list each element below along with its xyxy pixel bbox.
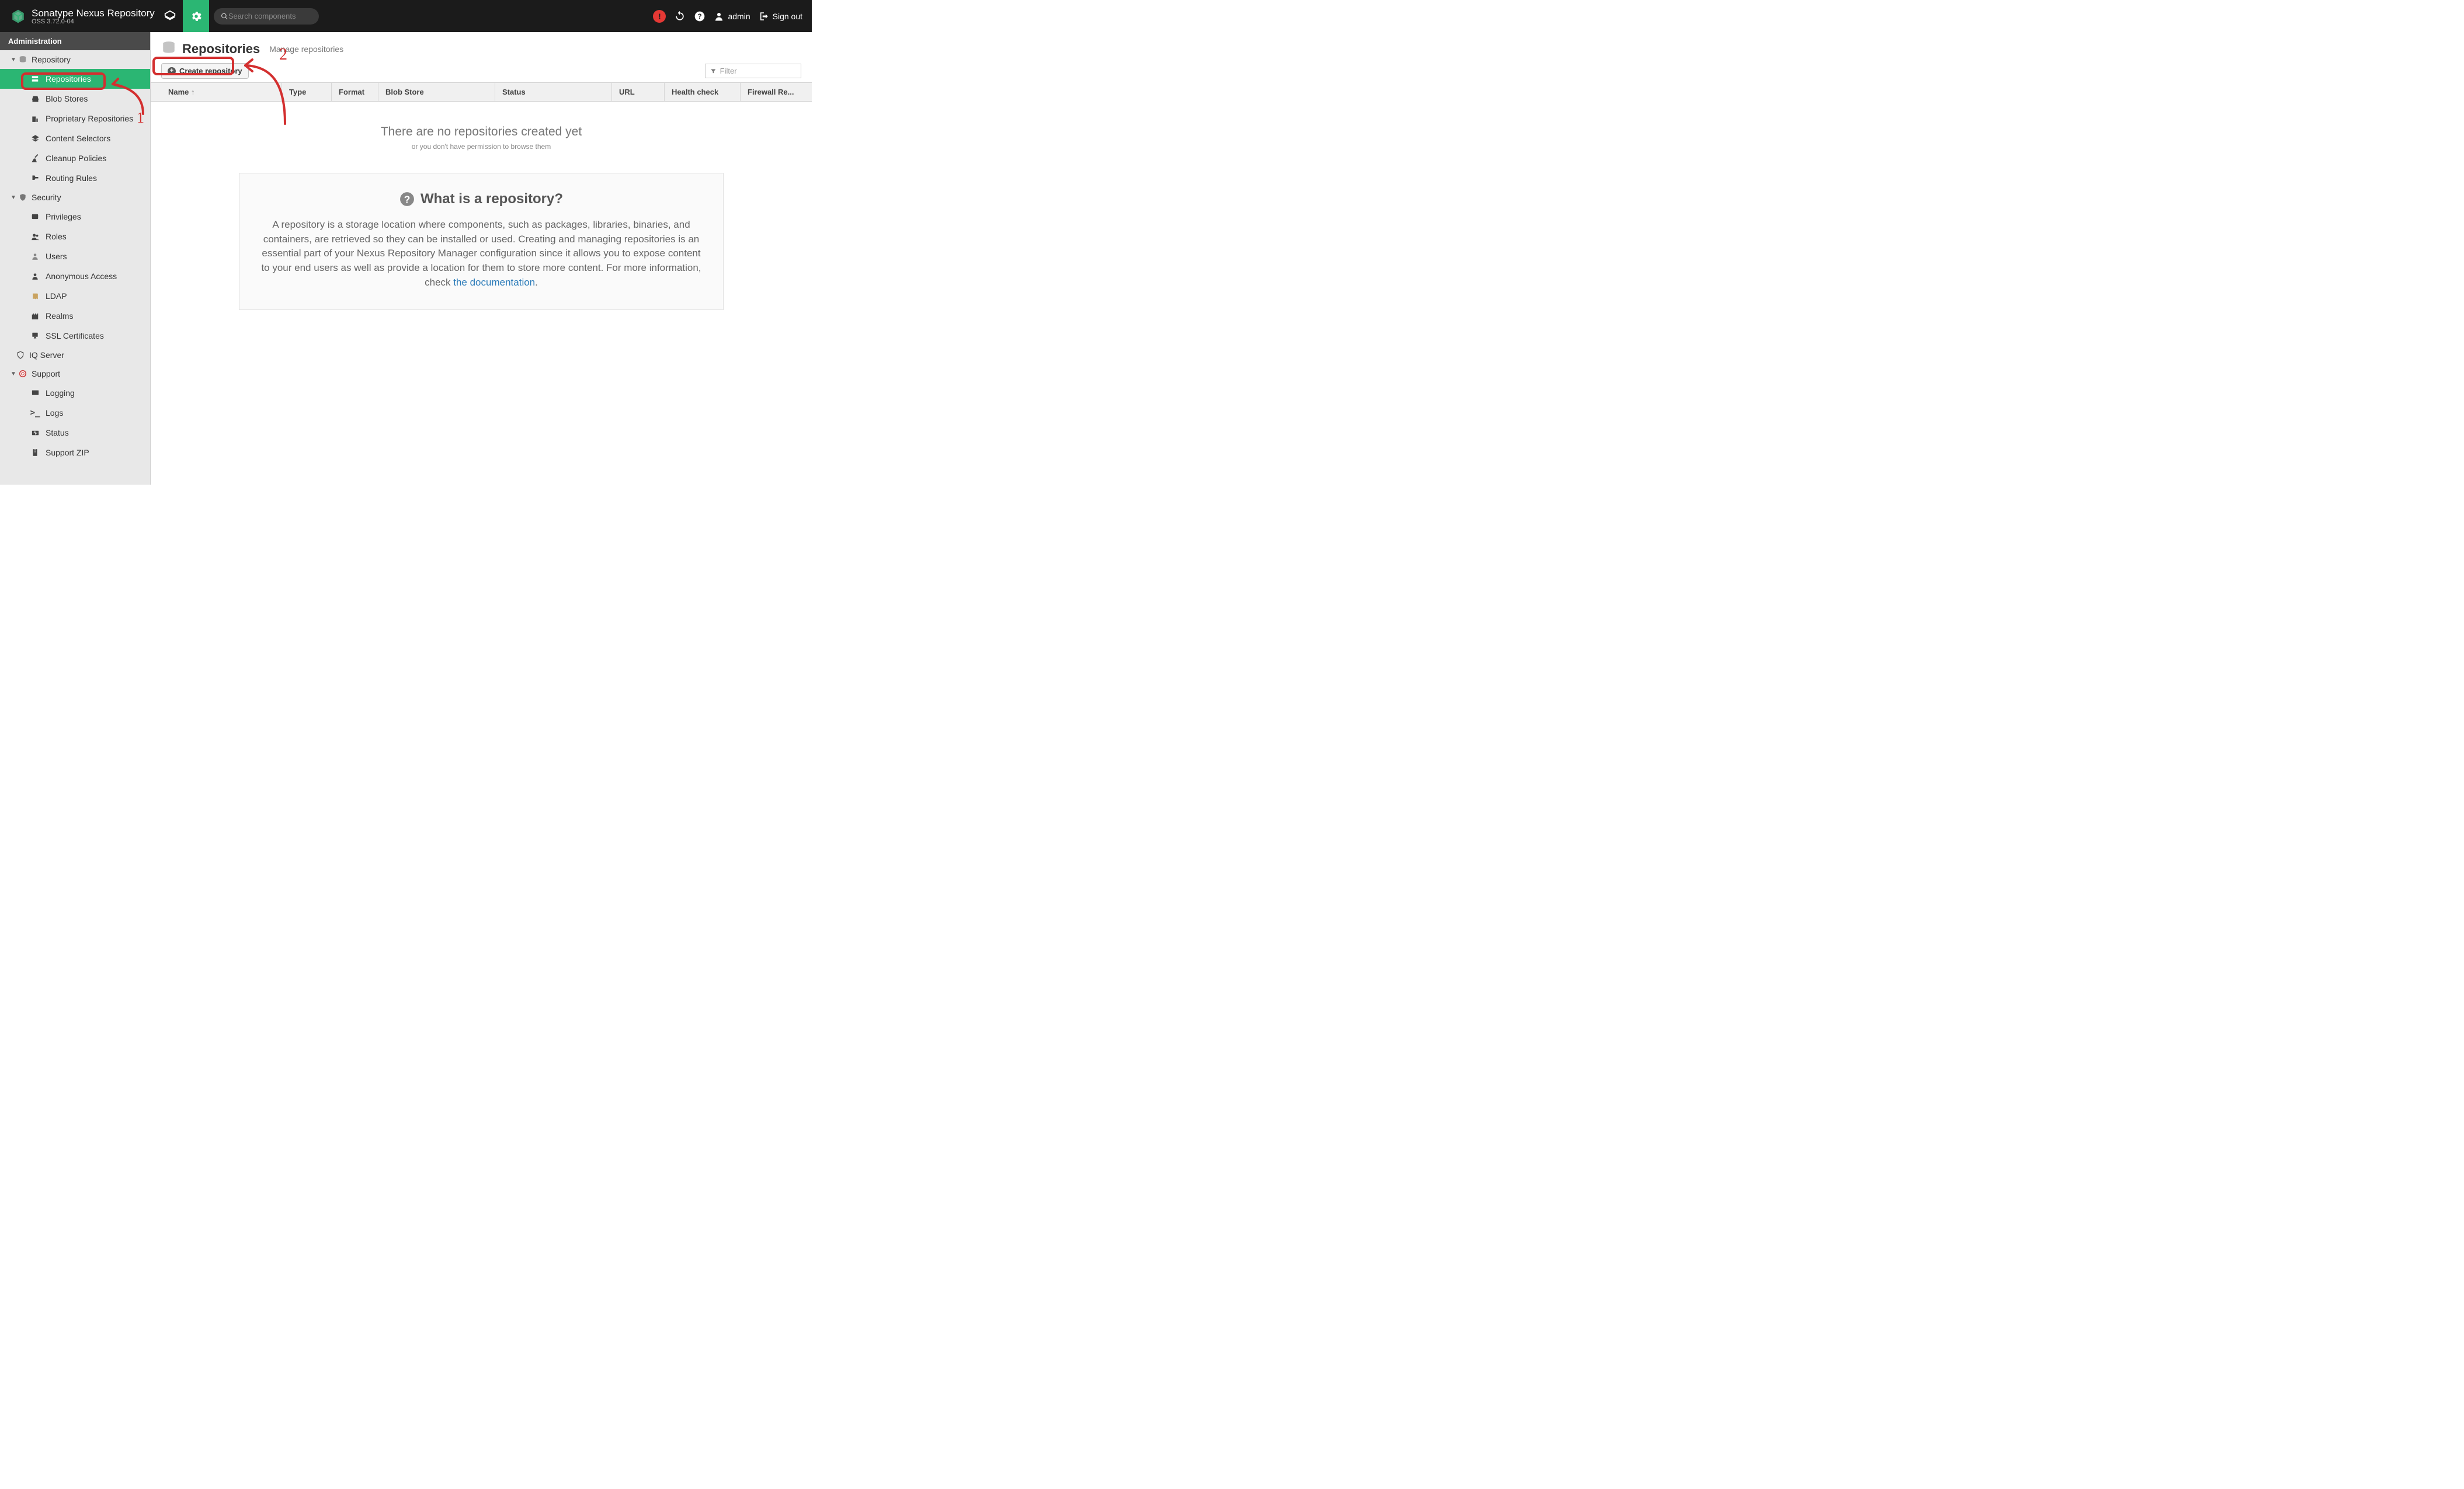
nexus-logo-icon [11,9,26,24]
nav-item-ldap[interactable]: LDAP [0,286,150,306]
nav-item-logging[interactable]: Logging [0,383,150,403]
sign-out-button[interactable]: Sign out [759,11,802,22]
refresh-button[interactable] [674,11,686,22]
hdd-icon [29,95,41,103]
search-box[interactable] [214,8,319,25]
plus-circle-icon: + [168,67,176,75]
page-header: Repositories Manage repositories [151,32,812,62]
info-card-body: A repository is a storage location where… [260,218,702,290]
nav-item-status[interactable]: Status [0,423,150,443]
nav-section-support[interactable]: ▼ Support [0,364,150,383]
col-header-blob-store[interactable]: Blob Store [378,83,495,101]
col-header-url[interactable]: URL [612,83,665,101]
page-title: Repositories [182,41,260,57]
nav-item-iq-server[interactable]: IQ Server [0,346,150,364]
nav-item-cleanup-policies[interactable]: Cleanup Policies [0,148,150,168]
cert-icon [29,332,41,340]
database-icon [161,40,176,57]
main-panel: Repositories Manage repositories + Creat… [151,32,812,485]
chevron-down-icon: ▼ [11,371,18,377]
page-subtitle: Manage repositories [269,44,343,54]
question-circle-icon: ? [399,192,415,207]
search-input[interactable] [228,12,312,20]
shield-icon [18,193,28,201]
building-icon [29,114,41,123]
admin-mode-button[interactable] [183,0,209,32]
layers-icon [29,134,41,143]
nav-item-proprietary-repositories[interactable]: Proprietary Repositories [0,109,150,128]
col-header-health-check[interactable]: Health check [665,83,741,101]
sort-asc-icon: ↑ [191,88,195,96]
nav-section-repository[interactable]: ▼ Repository [0,50,150,69]
col-header-name[interactable]: Name ↑ [151,83,282,101]
terminal-icon: >_ [29,408,41,418]
chevron-down-icon: ▼ [11,57,18,63]
person-icon [29,272,41,280]
castle-icon [29,312,41,320]
create-repository-button[interactable]: + Create repository [161,63,249,79]
nav-item-logs[interactable]: >_ Logs [0,403,150,423]
nav-item-realms[interactable]: Realms [0,306,150,326]
user-icon [714,11,724,22]
info-card: ? What is a repository? A repository is … [239,173,724,310]
server-icon [29,75,41,83]
sidebar: Administration ▼ Repository Repositories [0,32,151,485]
users-icon [29,232,41,241]
username-label: admin [728,12,750,21]
col-header-firewall[interactable]: Firewall Re... [741,83,812,101]
route-icon [29,174,41,183]
top-right-tools: ! ? admin Sign out [653,10,806,23]
nav-item-routing-rules[interactable]: Routing Rules [0,168,150,188]
sidebar-header: Administration [0,32,150,50]
help-button[interactable]: ? [694,11,706,22]
filter-box[interactable] [705,64,801,78]
sign-out-label: Sign out [773,12,802,21]
nav-item-ssl-certificates[interactable]: SSL Certificates [0,326,150,346]
documentation-link[interactable]: the documentation [453,277,535,288]
book-icon [29,293,41,300]
browse-mode-button[interactable] [157,0,183,32]
nav-item-users[interactable]: Users [0,246,150,266]
grid-header: Name ↑ Type Format Blob Store Status URL… [151,82,812,102]
logo-block: Sonatype Nexus Repository OSS 3.72.0-04 [11,8,157,25]
user-menu[interactable]: admin [714,11,750,22]
nav-item-content-selectors[interactable]: Content Selectors [0,128,150,148]
sign-out-icon [759,11,769,22]
database-icon [18,55,28,64]
nav-item-repositories[interactable]: Repositories [0,69,150,89]
empty-state: There are no repositories created yet or… [151,102,812,156]
filter-icon [710,68,717,75]
product-name: Sonatype Nexus Repository [32,8,155,19]
nav-mode-icons [157,0,209,32]
filter-input[interactable] [720,67,796,75]
nav-item-support-zip[interactable]: Support ZIP [0,443,150,462]
chevron-down-icon: ▼ [11,194,18,201]
monitor-icon [29,389,41,398]
nav-item-privileges[interactable]: Privileges [0,207,150,227]
id-card-icon [29,213,41,221]
shield-outline-icon [15,351,26,359]
top-bar: Sonatype Nexus Repository OSS 3.72.0-04 … [0,0,812,32]
svg-text:?: ? [698,13,702,20]
nav-item-roles[interactable]: Roles [0,227,150,246]
col-header-format[interactable]: Format [332,83,378,101]
nav-item-blob-stores[interactable]: Blob Stores [0,89,150,109]
toolbar: + Create repository [151,62,812,82]
search-icon [221,12,228,20]
empty-heading: There are no repositories created yet [151,125,812,139]
info-card-title: ? What is a repository? [260,191,702,207]
nav-section-security[interactable]: ▼ Security [0,188,150,207]
nav-item-anonymous-access[interactable]: Anonymous Access [0,266,150,286]
col-header-status[interactable]: Status [495,83,612,101]
heartbeat-icon [29,429,41,437]
col-header-type[interactable]: Type [282,83,332,101]
user-icon [29,252,41,260]
archive-icon [29,448,41,457]
empty-subtext: or you don't have permission to browse t… [151,142,812,151]
svg-text:?: ? [404,194,411,206]
broom-icon [29,154,41,163]
alert-indicator-icon[interactable]: ! [653,10,666,23]
nav-tree: ▼ Repository Repositories Blo [0,50,150,462]
life-ring-icon [18,370,28,378]
